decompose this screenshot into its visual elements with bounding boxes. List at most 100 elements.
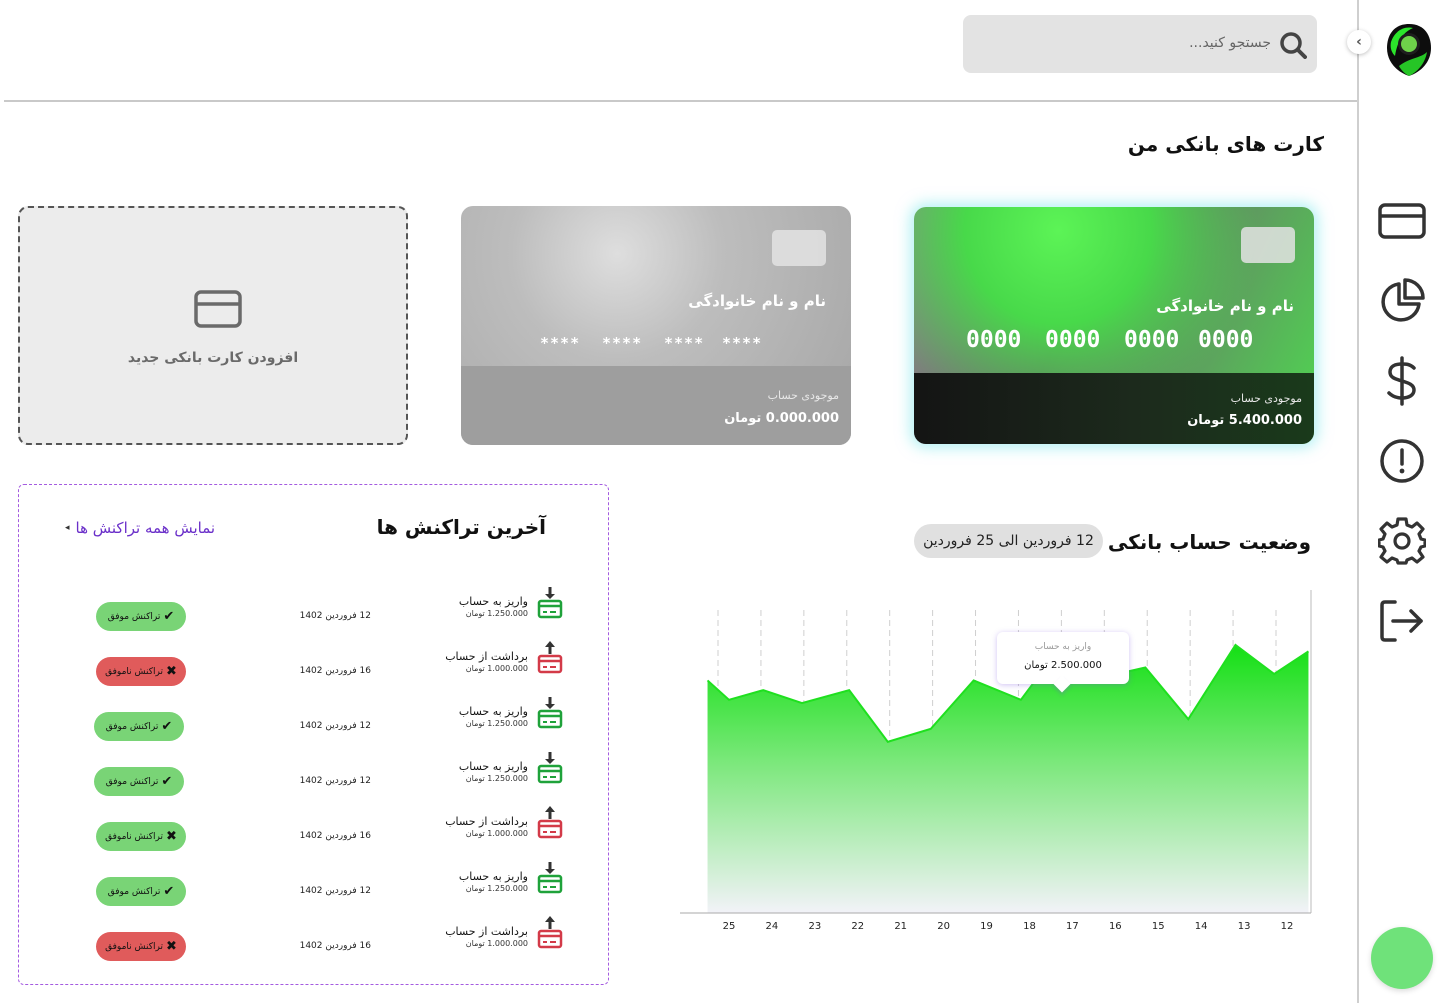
nav-logout[interactable]	[1377, 596, 1427, 646]
x-tick-label: 14	[1195, 921, 1208, 932]
transaction-date: 16 فروردین 1402	[299, 666, 371, 676]
withdraw-icon	[537, 916, 563, 949]
withdraw-icon	[537, 641, 563, 674]
deposit-icon	[537, 587, 563, 619]
nav-cards[interactable]	[1377, 196, 1427, 246]
transactions-panel: آخرین تراکنش ها نمایش همه تراکنش ها ◂ وا…	[18, 484, 609, 985]
status-label: تراکنش موفق	[105, 776, 159, 787]
dollar-icon	[1387, 356, 1416, 406]
transaction-amount: 1.000.000 تومان	[465, 664, 528, 673]
status-label: تراکنش ناموفق	[105, 831, 163, 842]
status-badge: ✖ تراکنش ناموفق	[96, 657, 186, 686]
chart-area	[707, 644, 1309, 913]
date-range-picker[interactable]: 12 فروردین الی 25 فروردین	[914, 524, 1103, 558]
logout-icon	[1380, 600, 1423, 642]
balance-value: 5.400.000 تومان	[1187, 413, 1302, 428]
tooltip-value: 2.500.000 تومان	[1024, 660, 1102, 671]
transaction-row[interactable]: برداشت از حساب 1.000.000 تومان 16 فروردین …	[19, 640, 610, 686]
account-status-title: وضعیت حساب بانکی	[1107, 530, 1311, 554]
bank-card-inactive[interactable]: نام و نام خانوادگی **** **** **** **** م…	[461, 206, 851, 445]
chevron-left-icon: ‹	[1356, 34, 1362, 50]
pie-chart-icon	[1381, 278, 1425, 322]
cross-icon: ✖	[165, 939, 177, 954]
card-chip	[772, 230, 826, 266]
transactions-title: آخرین تراکنش ها	[376, 515, 546, 539]
transaction-amount: 1.000.000 تومان	[465, 939, 528, 948]
card-icon	[1378, 203, 1426, 239]
transaction-title: واریز به حساب	[458, 760, 528, 773]
x-tick-label: 21	[894, 921, 907, 932]
status-label: تراکنش موفق	[105, 721, 159, 732]
transaction-title: واریز به حساب	[458, 870, 528, 883]
withdraw-icon	[537, 806, 563, 839]
card-footer: موجودی حساب 5.400.000 تومان	[914, 373, 1314, 444]
tooltip-label: واریز به حساب	[1034, 642, 1092, 652]
transaction-date: 12 فروردین 1402	[299, 886, 371, 896]
transaction-title: برداشت از حساب	[445, 650, 528, 663]
sidebar: ‹	[1347, 0, 1454, 1003]
check-icon: ✔	[161, 719, 173, 734]
status-badge: ✔ تراکنش موفق	[94, 767, 184, 796]
x-tick-label: 18	[1023, 921, 1036, 932]
add-card-label: افزودن کارت بانکی جدید	[127, 350, 299, 366]
x-tick-label: 22	[851, 921, 864, 932]
transaction-title: واریز به حساب	[458, 705, 528, 718]
x-tick-label: 24	[766, 921, 779, 932]
balance-label: موجودی حساب	[767, 389, 839, 402]
app-logo	[1385, 22, 1433, 78]
collapse-toggle[interactable]: ‹	[1347, 30, 1371, 54]
x-tick-label: 16	[1109, 921, 1122, 932]
transaction-row[interactable]: واریز به حساب 1.250.000 تومان 12 فروردین 1…	[19, 585, 610, 631]
x-tick-label: 15	[1152, 921, 1165, 932]
nav-payments[interactable]	[1377, 356, 1427, 406]
cross-icon: ✖	[165, 829, 177, 844]
search-icon[interactable]	[1279, 31, 1307, 59]
check-icon: ✔	[161, 774, 173, 789]
deposit-icon	[537, 752, 563, 784]
cards-section-title: کارت های بانکی من	[1127, 132, 1324, 156]
transaction-row[interactable]: واریز به حساب 1.250.000 تومان 12 فروردین 1…	[19, 695, 610, 741]
transaction-row[interactable]: واریز به حساب 1.250.000 تومان 12 فروردین 1…	[19, 860, 610, 906]
x-tick-label: 25	[723, 921, 736, 932]
gear-icon	[1378, 517, 1426, 565]
view-all-link[interactable]: نمایش همه تراکنش ها ◂	[65, 519, 215, 537]
transaction-row[interactable]: واریز به حساب 1.250.000 تومان 12 فروردین 1…	[19, 750, 610, 796]
status-label: تراکنش ناموفق	[105, 666, 163, 677]
x-tick-label: 12	[1281, 921, 1294, 932]
floating-action-button[interactable]	[1371, 927, 1433, 989]
add-card-button[interactable]: افزودن کارت بانکی جدید	[18, 206, 408, 445]
nav-settings[interactable]	[1377, 516, 1427, 566]
nav-alerts[interactable]	[1377, 436, 1427, 486]
status-label: تراکنش ناموفق	[105, 941, 163, 952]
status-badge: ✖ تراکنش ناموفق	[96, 932, 186, 961]
card-footer: موجودی حساب 0.000.000 تومان	[461, 366, 851, 445]
deposit-icon	[537, 862, 563, 894]
alert-icon	[1380, 439, 1424, 483]
chevron-left-icon: ◂	[65, 523, 70, 533]
card-chip	[1241, 227, 1295, 263]
header-divider	[4, 100, 1357, 102]
card-number: **** **** **** ****	[540, 334, 763, 352]
transaction-date: 12 فروردین 1402	[299, 776, 371, 786]
transaction-amount: 1.250.000 تومان	[465, 719, 528, 728]
view-all-label: نمایش همه تراکنش ها	[75, 519, 216, 537]
x-tick-label: 13	[1238, 921, 1251, 932]
transaction-row[interactable]: برداشت از حساب 1.000.000 تومان 16 فروردین …	[19, 805, 610, 851]
nav-reports[interactable]	[1377, 276, 1427, 326]
check-icon: ✔	[163, 609, 175, 624]
bank-card-active[interactable]: نام و نام خانوادگی 0000 0000 0000 0000 م…	[914, 207, 1314, 444]
cross-icon: ✖	[165, 664, 177, 679]
balance-label: موجودی حساب	[1230, 392, 1302, 405]
search-bar	[963, 15, 1317, 73]
transaction-amount: 1.000.000 تومان	[465, 829, 528, 838]
transaction-date: 16 فروردین 1402	[299, 831, 371, 841]
status-label: تراکنش موفق	[107, 611, 161, 622]
transaction-date: 12 فروردین 1402	[299, 721, 371, 731]
x-tick-label: 19	[980, 921, 993, 932]
status-badge: ✔ تراکنش موفق	[94, 712, 184, 741]
x-tick-label: 23	[808, 921, 821, 932]
transaction-row[interactable]: برداشت از حساب 1.000.000 تومان 16 فروردین …	[19, 915, 610, 961]
x-tick-label: 17	[1066, 921, 1079, 932]
search-input[interactable]	[991, 35, 1271, 51]
transaction-title: برداشت از حساب	[445, 815, 528, 828]
